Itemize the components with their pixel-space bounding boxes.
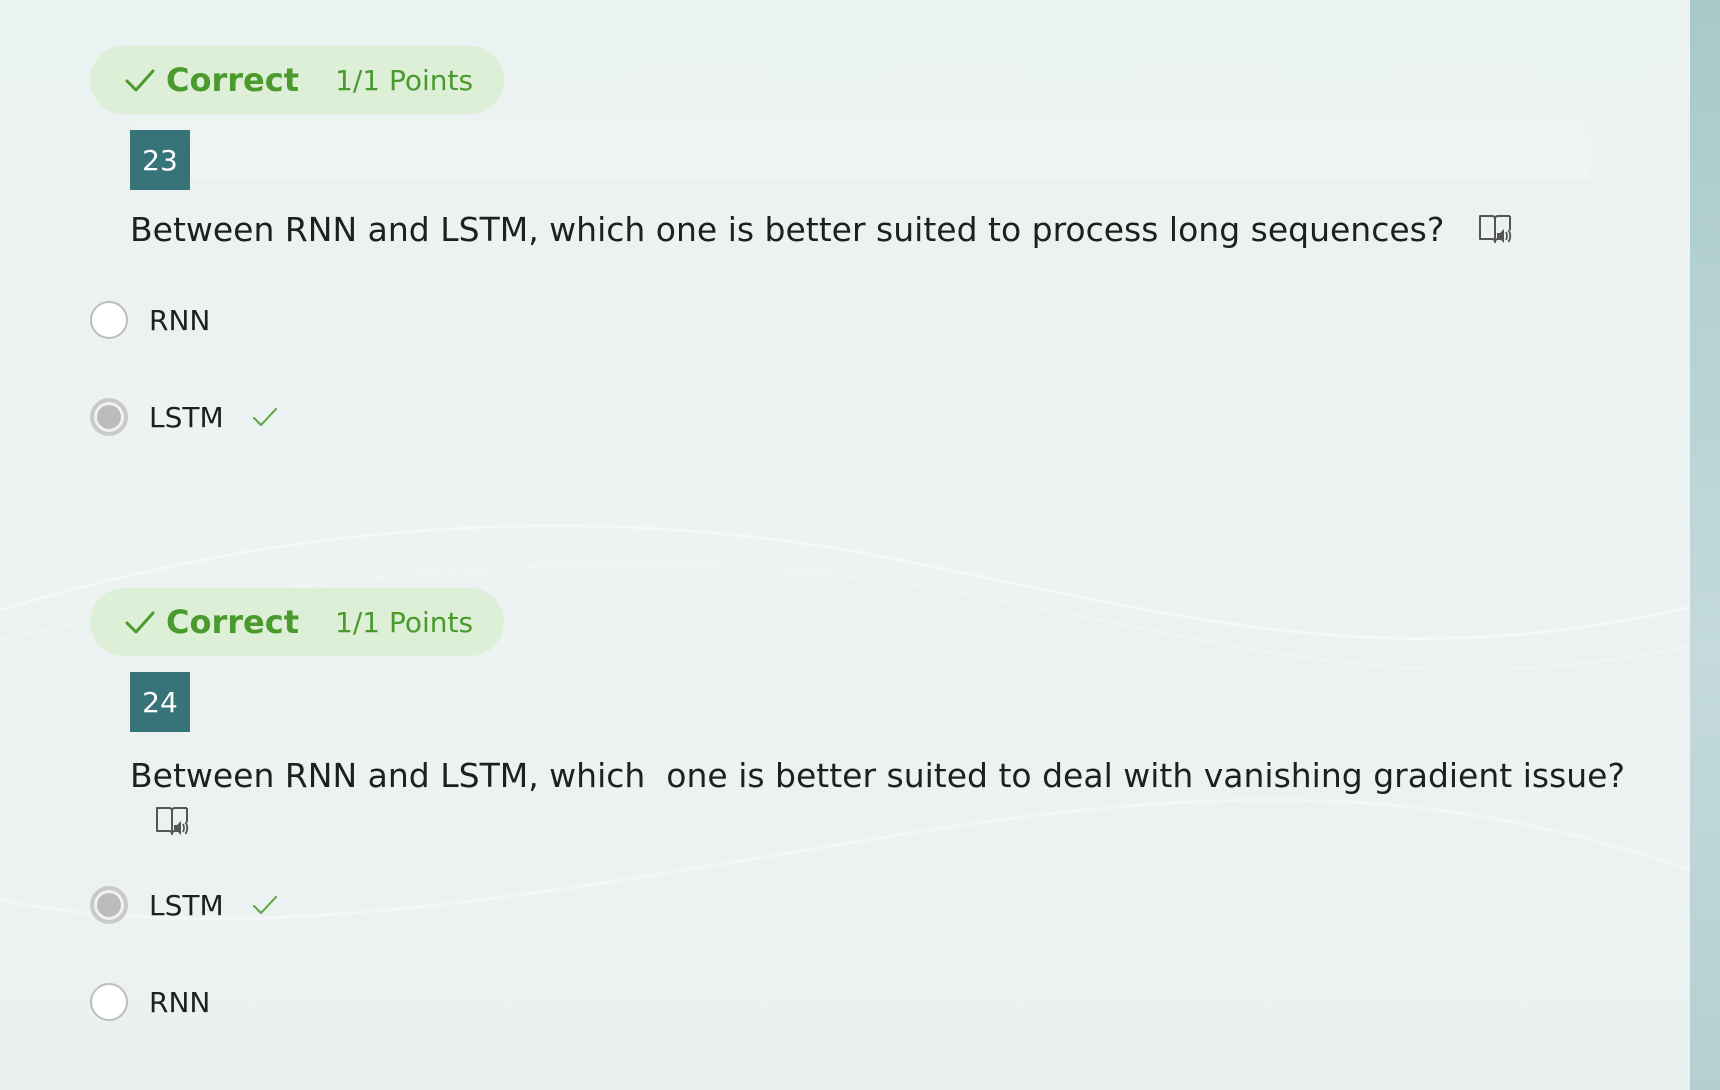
question-text: Between RNN and LSTM, which one is bette…	[130, 210, 1445, 249]
result-label: Correct	[166, 603, 299, 641]
check-icon	[125, 611, 155, 634]
option-label: RNN	[149, 303, 211, 337]
question-24: Correct 1/1 Points 24 Between RNN and LS…	[90, 588, 1650, 1021]
immersive-reader-icon[interactable]	[154, 804, 190, 838]
points-text: 1/1 Points	[335, 63, 474, 97]
question-text-wrapper: Between RNN and LSTM, which one is bette…	[130, 756, 1625, 795]
question-23: Correct 1/1 Points 23 Between RNN and LS…	[90, 46, 1650, 436]
option-lstm[interactable]: LSTM	[90, 395, 278, 439]
option-label: LSTM	[149, 888, 224, 922]
option-rnn[interactable]: RNN	[90, 980, 210, 1024]
radio-button-selected[interactable]	[90, 886, 128, 924]
result-label: Correct	[166, 61, 299, 99]
question-number-badge: 23	[130, 130, 190, 190]
check-icon	[252, 896, 277, 914]
option-label: LSTM	[149, 400, 224, 434]
radio-button[interactable]	[90, 301, 128, 339]
immersive-reader-icon[interactable]	[1477, 212, 1513, 246]
question-number-badge: 24	[130, 672, 190, 732]
option-label: RNN	[149, 985, 211, 1019]
option-rnn[interactable]: RNN	[90, 298, 210, 342]
radio-button[interactable]	[90, 983, 128, 1021]
result-badge: Correct 1/1 Points	[90, 588, 505, 656]
option-lstm[interactable]: LSTM	[90, 883, 278, 927]
result-badge: Correct 1/1 Points	[90, 46, 505, 114]
right-scroll-gutter	[1690, 0, 1720, 1090]
question-text-wrapper: Between RNN and LSTM, which one is bette…	[130, 210, 1513, 249]
check-icon	[252, 408, 277, 426]
check-icon	[125, 69, 155, 92]
radio-button-selected[interactable]	[90, 398, 128, 436]
question-text: Between RNN and LSTM, which one is bette…	[130, 756, 1625, 795]
points-text: 1/1 Points	[335, 605, 474, 639]
